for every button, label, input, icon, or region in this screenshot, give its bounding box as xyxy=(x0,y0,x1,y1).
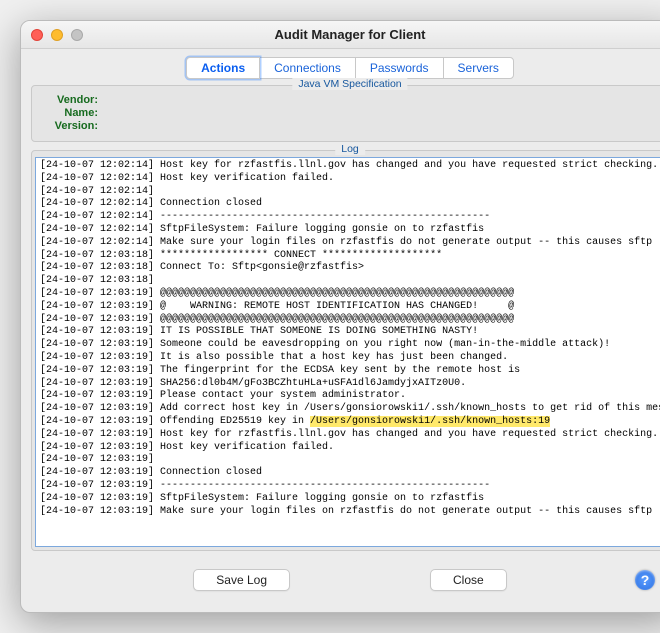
name-label: Name: xyxy=(42,107,102,119)
log-line: [24-10-07 12:03:19] Please contact your … xyxy=(40,390,660,403)
java-spec-group: Java VM Specification Vendor: Name: Vers… xyxy=(31,85,660,142)
group-title-spec: Java VM Specification xyxy=(292,78,407,90)
log-line: [24-10-07 12:02:14] Host key for rzfastf… xyxy=(40,160,660,173)
log-line: [24-10-07 12:03:19] Make sure your login… xyxy=(40,506,660,519)
log-line: [24-10-07 12:03:19] SftpFileSystem: Fail… xyxy=(40,493,660,506)
log-line: [24-10-07 12:03:18] xyxy=(40,275,660,288)
log-line: [24-10-07 12:03:19] xyxy=(40,454,660,467)
log-line: [24-10-07 12:03:19] --------------------… xyxy=(40,480,660,493)
traffic-lights xyxy=(31,29,83,41)
log-textarea[interactable]: [24-10-07 12:02:14] Host key for rzfastf… xyxy=(35,157,660,547)
log-line: [24-10-07 12:02:14] SftpFileSystem: Fail… xyxy=(40,224,660,237)
version-label: Version: xyxy=(42,120,102,132)
group-title-log: Log xyxy=(335,143,365,155)
titlebar: Audit Manager for Client xyxy=(21,21,660,49)
content: Java VM Specification Vendor: Name: Vers… xyxy=(21,85,660,603)
tab-connections[interactable]: Connections xyxy=(259,57,356,79)
log-line: [24-10-07 12:03:19] The fingerprint for … xyxy=(40,365,660,378)
log-line: [24-10-07 12:03:19] Someone could be eav… xyxy=(40,339,660,352)
log-line: [24-10-07 12:03:19] @@@@@@@@@@@@@@@@@@@@… xyxy=(40,288,660,301)
log-line: [24-10-07 12:03:18] ****************** C… xyxy=(40,250,660,263)
log-group: Log [24-10-07 12:02:14] Host key for rzf… xyxy=(31,150,660,551)
log-line: [24-10-07 12:02:14] xyxy=(40,186,660,199)
log-line: [24-10-07 12:03:19] Add correct host key… xyxy=(40,403,660,416)
tab-servers[interactable]: Servers xyxy=(443,57,514,79)
highlighted-text: /Users/gonsiorowski1/.ssh/known_hosts:19 xyxy=(310,416,550,427)
log-line: [24-10-07 12:03:19] @ WARNING: REMOTE HO… xyxy=(40,301,660,314)
vendor-label: Vendor: xyxy=(42,94,102,106)
log-line: [24-10-07 12:03:19] SHA256:dl0b4M/gFo3BC… xyxy=(40,378,660,391)
close-button[interactable]: Close xyxy=(430,569,507,591)
log-line: [24-10-07 12:03:19] Connection closed xyxy=(40,467,660,480)
window: Audit Manager for Client ActionsConnecti… xyxy=(20,20,660,613)
log-line: [24-10-07 12:03:19] @@@@@@@@@@@@@@@@@@@@… xyxy=(40,314,660,327)
tab-passwords[interactable]: Passwords xyxy=(355,57,444,79)
help-icon[interactable]: ? xyxy=(635,570,655,590)
log-line: [24-10-07 12:03:19] Offending ED25519 ke… xyxy=(40,416,660,429)
log-line: [24-10-07 12:02:14] Connection closed xyxy=(40,198,660,211)
log-line: [24-10-07 12:02:14] Make sure your login… xyxy=(40,237,660,250)
log-line: [24-10-07 12:03:19] IT IS POSSIBLE THAT … xyxy=(40,326,660,339)
window-title: Audit Manager for Client xyxy=(31,27,660,42)
minimize-window-icon[interactable] xyxy=(51,29,63,41)
save-log-button[interactable]: Save Log xyxy=(193,569,290,591)
log-line: [24-10-07 12:03:18] Connect To: Sftp<gon… xyxy=(40,262,660,275)
close-window-icon[interactable] xyxy=(31,29,43,41)
log-line: [24-10-07 12:03:19] It is also possible … xyxy=(40,352,660,365)
log-line: [24-10-07 12:02:14] --------------------… xyxy=(40,211,660,224)
log-line: [24-10-07 12:03:19] Host key verificatio… xyxy=(40,442,660,455)
button-row: Save Log Close ? xyxy=(31,559,660,591)
log-line: [24-10-07 12:02:14] Host key verificatio… xyxy=(40,173,660,186)
log-line: [24-10-07 12:03:19] Host key for rzfastf… xyxy=(40,429,660,442)
zoom-window-icon xyxy=(71,29,83,41)
tab-actions[interactable]: Actions xyxy=(186,57,260,79)
